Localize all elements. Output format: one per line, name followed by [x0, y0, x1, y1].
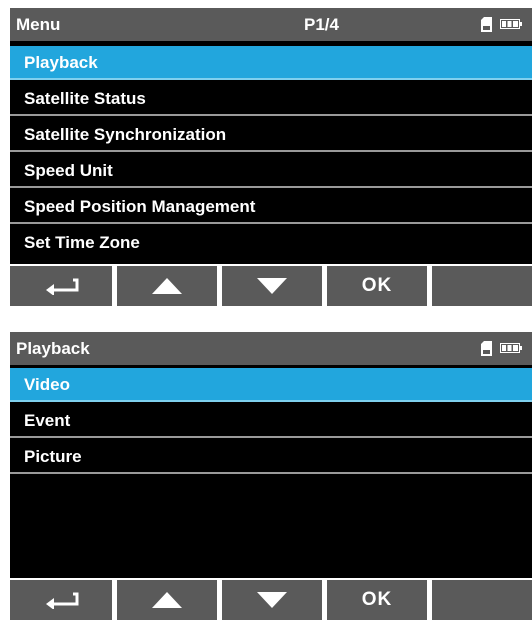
menu-screen: Menu P1/4 Playback Satellite Status Sate…: [10, 8, 532, 308]
ok-button[interactable]: OK: [327, 266, 427, 306]
menu-item-label: Speed Position Management: [24, 197, 256, 216]
up-arrow-icon: [152, 592, 182, 608]
back-arrow-icon: [46, 592, 79, 609]
down-button[interactable]: [222, 580, 322, 620]
playback-header: Playback: [10, 332, 532, 365]
sd-card-icon: [481, 17, 492, 32]
menu-item-speed-unit[interactable]: Speed Unit: [10, 154, 532, 188]
up-button[interactable]: [117, 580, 217, 620]
playback-screen: Playback Video Event Picture OK: [10, 332, 532, 622]
sd-card-icon: [481, 341, 492, 356]
menu-item-satellite-synchronization[interactable]: Satellite Synchronization: [10, 118, 532, 152]
ok-label: OK: [361, 589, 393, 610]
playback-title: Playback: [16, 339, 90, 358]
up-arrow-icon: [152, 278, 182, 294]
menu-item-label: Set Time Zone: [24, 233, 140, 252]
menu-item-speed-position-management[interactable]: Speed Position Management: [10, 190, 532, 224]
menu-item-satellite-status[interactable]: Satellite Status: [10, 82, 532, 116]
down-arrow-icon: [257, 592, 287, 608]
menu-item-label: Event: [24, 411, 71, 430]
menu-item-set-time-zone[interactable]: Set Time Zone: [10, 226, 532, 260]
menu-header: Menu P1/4: [10, 8, 532, 41]
back-arrow-icon: [46, 278, 79, 295]
menu-item-picture[interactable]: Picture: [10, 440, 532, 474]
menu-item-label: Picture: [24, 447, 82, 466]
battery-icon: [500, 343, 522, 353]
menu-item-label: Satellite Synchronization: [24, 125, 227, 144]
back-button[interactable]: [10, 580, 112, 620]
menu-item-label: Playback: [24, 53, 98, 72]
menu-item-label: Video: [24, 375, 70, 394]
button-bar: OK: [10, 578, 532, 622]
menu-item-video[interactable]: Video: [10, 368, 532, 402]
menu-title: Menu: [16, 15, 61, 34]
up-button[interactable]: [117, 266, 217, 306]
down-arrow-icon: [257, 278, 287, 294]
blank-button[interactable]: [432, 580, 532, 620]
down-button[interactable]: [222, 266, 322, 306]
menu-item-playback[interactable]: Playback: [10, 46, 532, 80]
battery-icon: [500, 19, 522, 29]
menu-item-event[interactable]: Event: [10, 404, 532, 438]
button-bar: OK: [10, 264, 532, 308]
back-button[interactable]: [10, 266, 112, 306]
menu-item-label: Speed Unit: [24, 161, 113, 180]
menu-item-label: Satellite Status: [24, 89, 146, 108]
blank-button[interactable]: [432, 266, 532, 306]
ok-button[interactable]: OK: [327, 580, 427, 620]
page-indicator: P1/4: [304, 15, 339, 34]
ok-label: OK: [361, 275, 393, 296]
